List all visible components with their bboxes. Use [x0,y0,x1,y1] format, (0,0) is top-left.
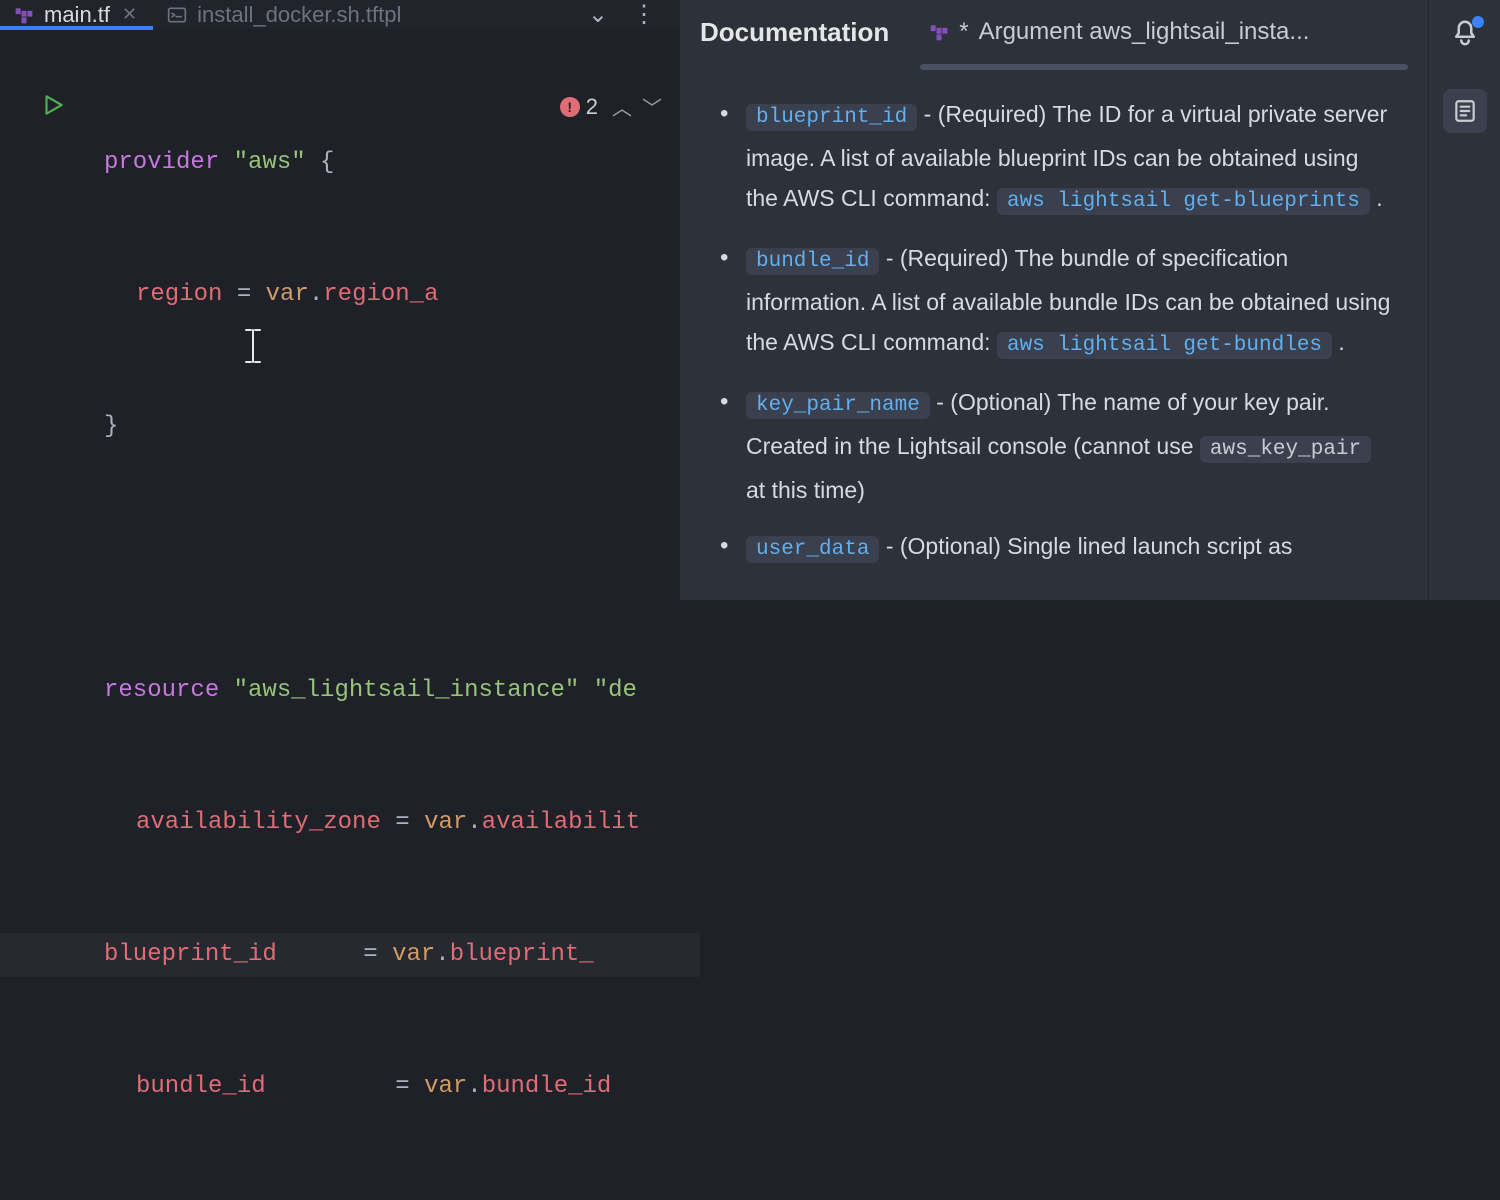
doc-crumb-text: Argument aws_lightsail_insta... [979,18,1310,46]
code-token: = [381,801,424,845]
code-token [277,933,349,977]
doc-item-user-data: user_data - (Optional) Single lined laun… [716,526,1392,570]
param-chip: key_pair_name [746,392,930,419]
code-token [194,1197,381,1200]
doc-text: - [936,389,950,415]
code-token: var [424,1197,467,1200]
documentation-tool-button[interactable] [1443,89,1487,133]
code-token: var [424,801,467,845]
doc-required: (Optional) [900,533,1001,559]
tab-label: install_docker.sh.tftpl [197,2,401,28]
code-token: resource [104,669,219,713]
param-chip: bundle_id [746,248,879,275]
doc-required: (Required) [900,245,1009,271]
kebab-menu-icon[interactable]: ⋮ [632,0,656,29]
code-token: = [349,933,392,977]
doc-item-blueprint-id: blueprint_id - (Required) The ID for a v… [716,94,1392,222]
tab-install-docker[interactable]: install_docker.sh.tftpl [153,0,415,29]
doc-breadcrumb[interactable]: * Argument aws_lightsail_insta... [929,18,1309,46]
param-chip: blueprint_id [746,104,917,131]
doc-desc: Single lined launch script as [1007,533,1292,559]
command-chip: aws lightsail get-bundles [997,332,1332,359]
doc-tail: at this time) [746,477,865,503]
param-chip: user_data [746,536,879,563]
close-icon[interactable]: ✕ [120,2,139,27]
doc-required: (Required) [938,101,1047,127]
doc-text: - [924,101,938,127]
tab-bar: main.tf ✕ install_docker.sh.tftpl ⌄ ⋮ [0,0,680,29]
code-token: blueprint_id [104,933,277,977]
terraform-icon [929,22,949,42]
doc-header: Documentation * Argument aws_lightsail_i… [680,0,1428,64]
code-token: availabilit [482,801,640,845]
doc-tail: . [1338,329,1344,355]
command-chip: aws_key_pair [1200,436,1371,463]
tab-main-tf[interactable]: main.tf ✕ [0,0,153,29]
doc-title: Documentation [700,17,889,48]
doc-tail: . [1376,185,1382,211]
doc-item-bundle-id: bundle_id - (Required) The bundle of spe… [716,238,1392,366]
doc-item-key-pair-name: key_pair_name - (Optional) The name of y… [716,382,1392,510]
code-token: } [104,405,118,449]
code-token: var [392,933,435,977]
code-token: region [136,273,222,317]
code-token: blueprint_ [450,933,594,977]
code-token: region_a [323,273,438,317]
chevron-down-icon[interactable]: ⌄ [588,0,608,29]
code-editor[interactable]: provider "aws" { region = var.region_a }… [0,29,680,1200]
code-token: = [381,1197,424,1200]
code-token [266,1065,381,1109]
terraform-icon [14,5,34,25]
doc-content[interactable]: blueprint_id - (Required) The ID for a v… [680,70,1428,586]
code-token: "aws_lightsail_instance" [234,669,580,713]
code-token: provider [104,141,219,185]
tab-overflow-controls: ⌄ ⋮ [588,0,680,29]
code-token: var [266,273,309,317]
right-toolbar [1428,0,1500,600]
notification-dot-icon [1472,16,1484,28]
code-token: availability_zone [136,801,381,845]
code-token: = [222,273,265,317]
code-token: var [424,1065,467,1109]
documentation-pane: Documentation * Argument aws_lightsail_i… [680,0,1428,600]
code-token: name [136,1197,194,1200]
code-token: devcontaine [482,1197,640,1200]
command-chip: aws lightsail get-blueprints [997,188,1370,215]
code-token: { [320,141,334,185]
editor-pane: main.tf ✕ install_docker.sh.tftpl ⌄ ⋮ ! … [0,0,680,600]
code-token: = [381,1065,424,1109]
terminal-icon [167,5,187,25]
tab-label: main.tf [44,2,110,28]
doc-crumb-modified: * [959,18,968,46]
doc-text: - [886,533,900,559]
code-token: "aws" [234,141,306,185]
notifications-button[interactable] [1450,18,1480,53]
doc-text: - [886,245,900,271]
code-token: . [309,273,323,317]
doc-required: (Optional) [950,389,1051,415]
code-token: bundle_id [482,1065,612,1109]
code-token: "de [594,669,637,713]
code-token: bundle_id [136,1065,266,1109]
